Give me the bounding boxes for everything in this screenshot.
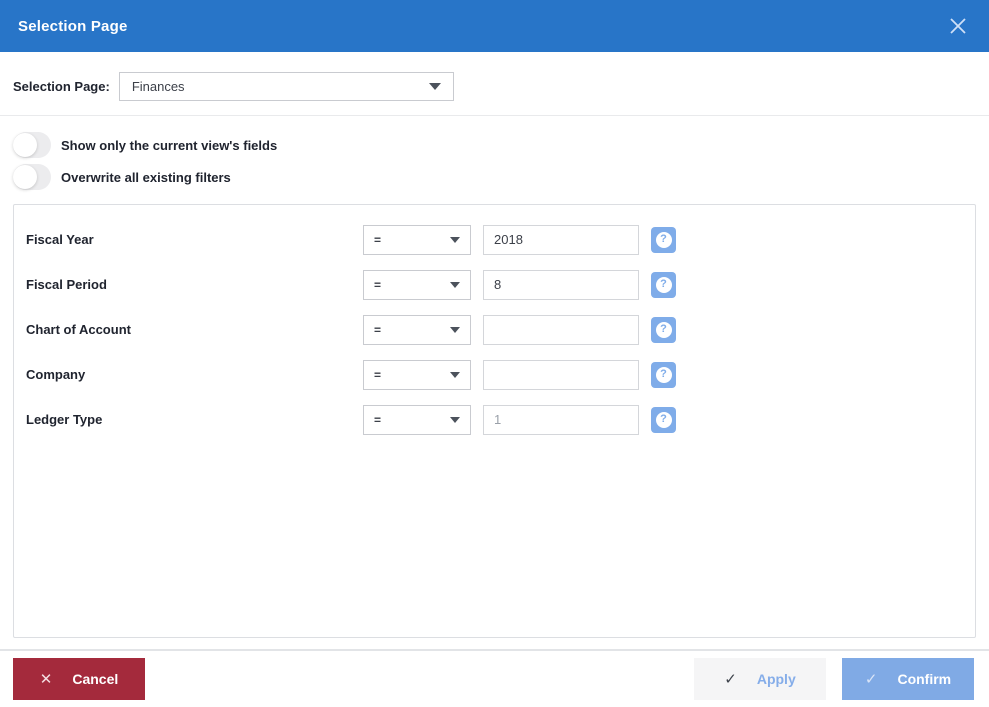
filter-label: Ledger Type — [26, 412, 363, 427]
confirm-button-label: Confirm — [897, 671, 951, 687]
check-icon: ✓ — [865, 672, 878, 687]
chevron-down-icon — [450, 282, 460, 288]
toggle-row-0[interactable]: Show only the current view's fields — [13, 132, 976, 158]
filter-label: Fiscal Year — [26, 232, 363, 247]
operator-dropdown[interactable]: = — [363, 225, 471, 255]
operator-value: = — [374, 233, 450, 247]
help-button[interactable]: ? — [651, 407, 676, 433]
help-button[interactable]: ? — [651, 362, 676, 388]
page-selector-row: Selection Page: Finances — [0, 52, 989, 101]
filter-value-input[interactable] — [483, 270, 639, 300]
toggle-label: Show only the current view's fields — [61, 138, 277, 153]
selection-page-dialog: Selection Page Selection Page: Finances … — [0, 0, 989, 707]
apply-button[interactable]: ✓ Apply — [694, 658, 826, 700]
filter-panel: Fiscal Year = ? Fiscal Period = ? Chart … — [13, 204, 976, 638]
apply-button-label: Apply — [757, 671, 796, 687]
question-icon: ? — [656, 412, 672, 428]
operator-value: = — [374, 413, 450, 427]
filter-row: Fiscal Year = ? — [14, 217, 975, 262]
filter-row: Company = ? — [14, 352, 975, 397]
help-button[interactable]: ? — [651, 317, 676, 343]
toggle-label: Overwrite all existing filters — [61, 170, 231, 185]
filter-row: Chart of Account = ? — [14, 307, 975, 352]
toggle-switch[interactable] — [13, 132, 51, 158]
chevron-down-icon — [450, 237, 460, 243]
filter-row: Ledger Type = ? — [14, 397, 975, 442]
filter-label: Company — [26, 367, 363, 382]
dialog-title: Selection Page — [18, 18, 128, 35]
operator-value: = — [374, 368, 450, 382]
check-icon: ✓ — [724, 672, 737, 687]
cancel-button-label: Cancel — [72, 671, 118, 687]
toggle-knob — [13, 133, 37, 157]
page-selector-value: Finances — [132, 79, 429, 94]
page-selector-dropdown[interactable]: Finances — [119, 72, 454, 101]
filter-row: Fiscal Period = ? — [14, 262, 975, 307]
page-selector-label: Selection Page: — [13, 79, 110, 94]
toggle-switch[interactable] — [13, 164, 51, 190]
operator-value: = — [374, 278, 450, 292]
chevron-down-icon — [429, 83, 441, 90]
operator-dropdown[interactable]: = — [363, 360, 471, 390]
question-icon: ? — [656, 277, 672, 293]
question-icon: ? — [656, 322, 672, 338]
help-button[interactable]: ? — [651, 227, 676, 253]
close-icon: ✕ — [40, 672, 53, 687]
filter-label: Chart of Account — [26, 322, 363, 337]
operator-value: = — [374, 323, 450, 337]
toggle-knob — [13, 165, 37, 189]
dialog-footer: ✕ Cancel ✓ Apply ✓ Confirm — [0, 651, 989, 707]
filter-value-input[interactable] — [483, 225, 639, 255]
operator-dropdown[interactable]: = — [363, 405, 471, 435]
toggle-section: Show only the current view's fields Over… — [0, 116, 989, 196]
operator-dropdown[interactable]: = — [363, 315, 471, 345]
dialog-header: Selection Page — [0, 0, 989, 52]
chevron-down-icon — [450, 372, 460, 378]
question-icon: ? — [656, 367, 672, 383]
cancel-button[interactable]: ✕ Cancel — [13, 658, 145, 700]
filter-label: Fiscal Period — [26, 277, 363, 292]
operator-dropdown[interactable]: = — [363, 270, 471, 300]
filter-value-input[interactable] — [483, 405, 639, 435]
chevron-down-icon — [450, 417, 460, 423]
confirm-button[interactable]: ✓ Confirm — [842, 658, 974, 700]
toggle-row-1[interactable]: Overwrite all existing filters — [13, 164, 976, 190]
close-icon[interactable] — [945, 13, 971, 39]
filter-value-input[interactable] — [483, 315, 639, 345]
help-button[interactable]: ? — [651, 272, 676, 298]
question-icon: ? — [656, 232, 672, 248]
chevron-down-icon — [450, 327, 460, 333]
filter-value-input[interactable] — [483, 360, 639, 390]
